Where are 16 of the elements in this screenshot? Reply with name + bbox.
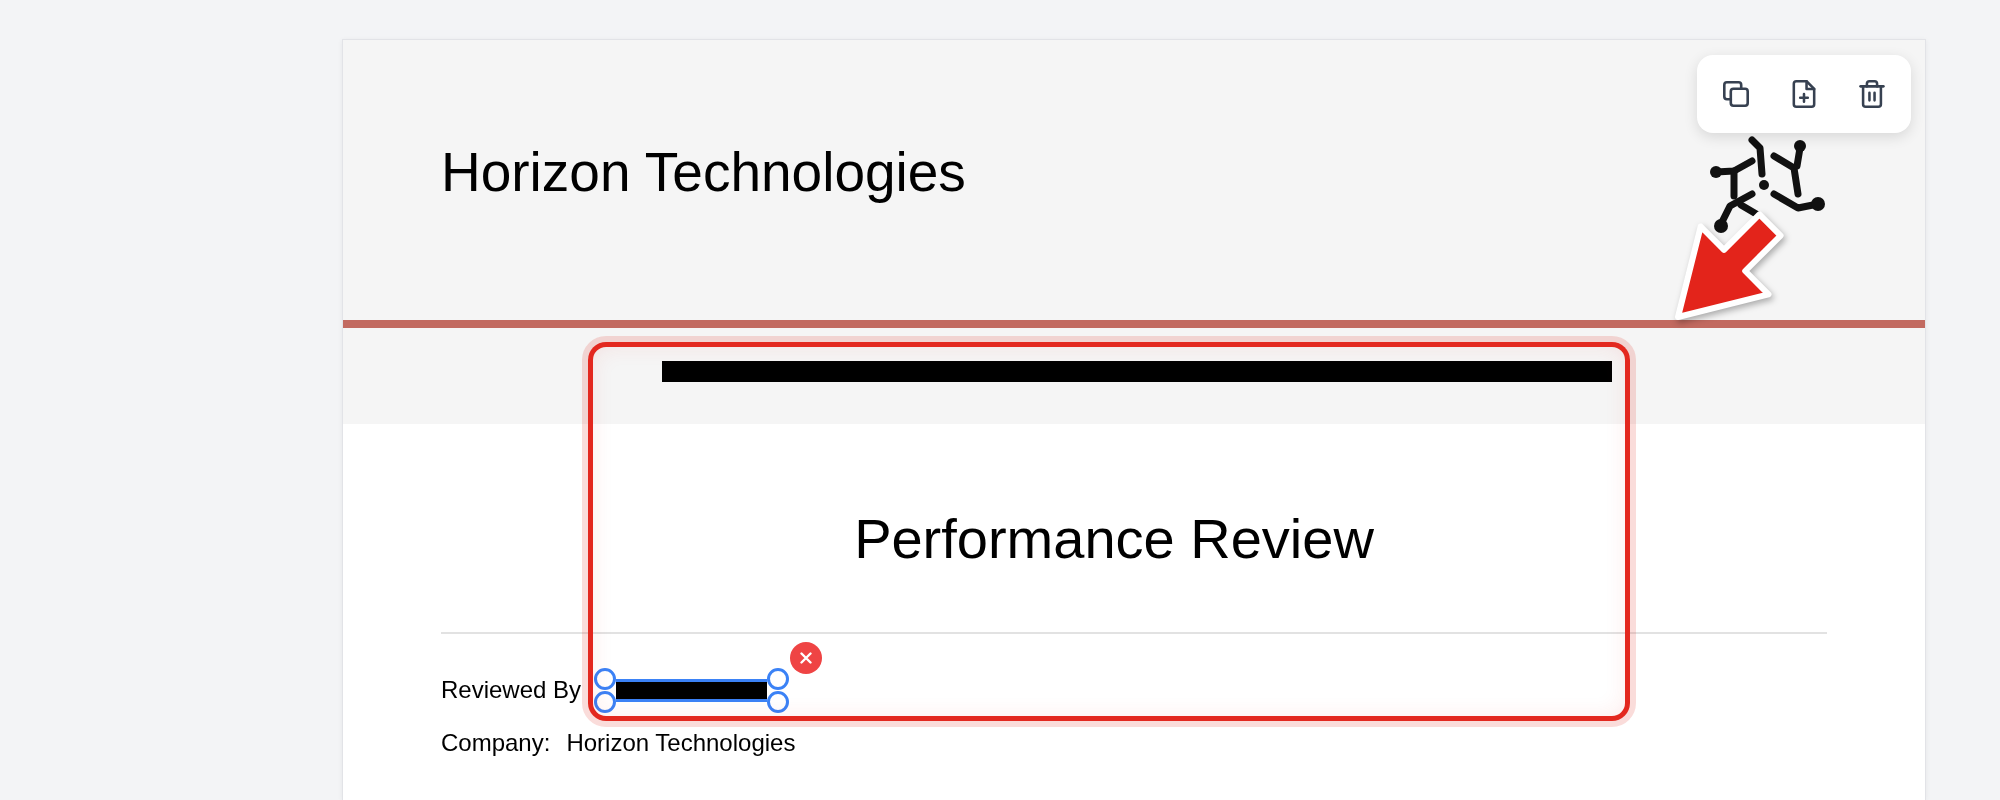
resize-handle[interactable] [767, 667, 790, 690]
resize-handle[interactable] [594, 667, 617, 690]
trash-icon [1859, 80, 1885, 108]
header-title: Horizon Technologies [441, 140, 966, 204]
resize-handle[interactable] [767, 690, 790, 713]
field-value: Horizon Technologies [566, 728, 796, 758]
redaction-bar[interactable] [616, 678, 768, 702]
close-icon [800, 651, 813, 664]
field-label: Company: [441, 728, 551, 758]
resize-handle[interactable] [594, 690, 617, 713]
copy-icon [1723, 80, 1749, 108]
document-title: Performance Review [853, 506, 1375, 572]
network-logo-icon [1709, 136, 1827, 234]
file-plus-icon [1791, 80, 1817, 108]
close-button[interactable] [790, 641, 823, 674]
field-label: Reviewed By [441, 675, 582, 705]
